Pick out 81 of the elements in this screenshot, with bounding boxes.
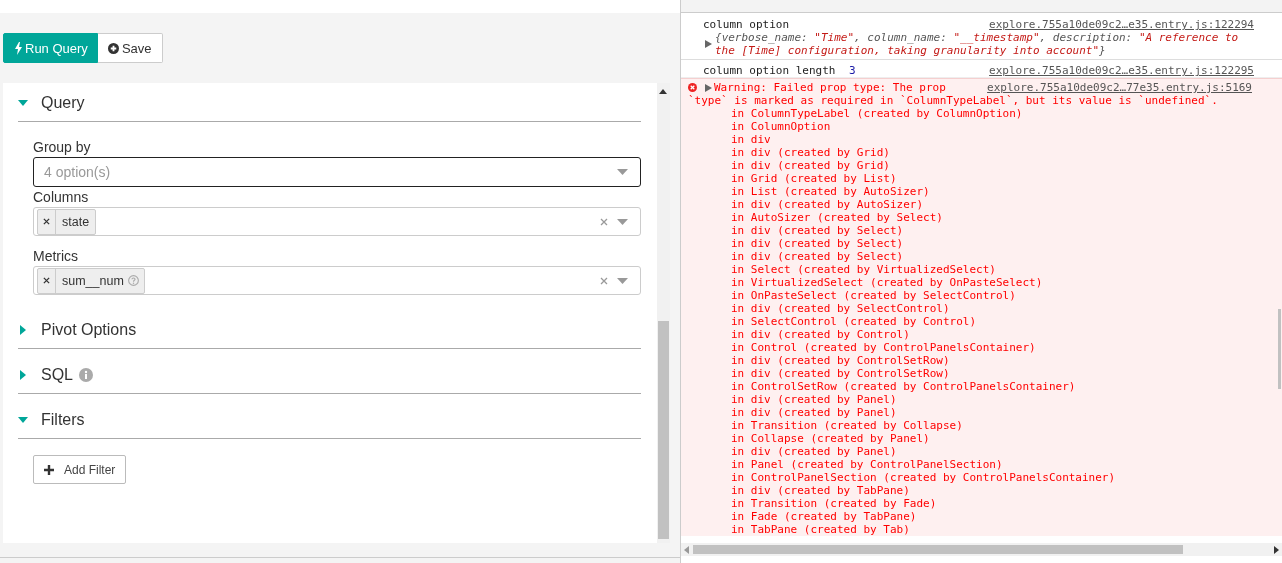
stack-trace-line: in Panel (created by ControlPanelSection) — [730, 458, 1003, 471]
stack-trace-line: in ColumnOption — [730, 120, 831, 133]
stack-trace-line: in Transition (created by Collapse) — [730, 419, 963, 432]
object-preview: {verbose_name: "Time", column_name: "__timestamp", description: "A reference to the [Time] configuration, taking granularity into account"} — [715, 31, 1240, 57]
stack-trace-line: in SelectControl (created by Control) — [730, 315, 977, 328]
stack-trace-line: in div (created by Control) — [730, 328, 910, 341]
stack-trace-line: in Transition (created by Fade) — [730, 497, 937, 510]
stack-trace-line: in div (created by ControlSetRow) — [730, 367, 950, 380]
stack-trace-line: in Fade (created by TabPane) — [730, 510, 917, 523]
clear-icon[interactable] — [600, 217, 608, 226]
section-header[interactable]: Pivot Options — [18, 310, 641, 349]
stack-trace-line: in AutoSizer (created by Select) — [730, 211, 943, 224]
section-title[interactable]: Filters — [41, 410, 85, 429]
expand-triangle-icon[interactable] — [705, 83, 712, 92]
remove-icon[interactable] — [43, 277, 50, 284]
log-number: 3 — [849, 64, 856, 77]
stack-trace-line: in OnPasteSelect (created by SelectControl) — [730, 289, 1016, 302]
field-label: Metrics — [33, 247, 80, 265]
stack-trace-line: in div (created by Panel) — [730, 406, 897, 419]
stack-trace-line: in div (created by Panel) — [730, 393, 897, 406]
error-message: Warning: Failed prop type: The prop — [714, 81, 946, 94]
caret-down-icon[interactable] — [18, 97, 28, 108]
remove-icon[interactable] — [43, 218, 50, 225]
section-header[interactable]: Query — [18, 83, 641, 122]
add-filter-button[interactable]: Add Filter — [33, 455, 127, 484]
save-button[interactable]: Save — [97, 33, 163, 63]
dropdown-arrow-icon[interactable] — [617, 169, 628, 175]
section-header[interactable]: Filters — [18, 400, 641, 439]
section-title[interactable]: SQL — [41, 365, 73, 384]
stack-trace-line: in Grid (created by List) — [730, 172, 897, 185]
stack-trace-line: in div (created by ControlSetRow) — [730, 354, 950, 367]
stack-trace-line: in div (created by Select) — [730, 250, 904, 263]
stack-trace-line: in Collapse (created by Panel) — [730, 432, 930, 445]
stack-trace-line: in div (created by TabPane) — [730, 484, 910, 497]
source-link[interactable]: explore.755a10de09c2…e35.entry.js:122294 — [989, 18, 1254, 31]
stack-trace-line: in ColumnTypeLabel (created by ColumnOption) — [730, 107, 1023, 120]
field-label: Columns — [33, 188, 90, 206]
error-icon — [688, 83, 697, 92]
stack-trace-line: in div (created by Grid) — [730, 159, 890, 172]
stack-trace-line: in VirtualizedSelect (created by OnPasteSelect) — [730, 276, 1043, 289]
dropdown-arrow-icon[interactable] — [617, 277, 628, 284]
plus-circle-icon — [107, 42, 119, 54]
caret-right-icon[interactable] — [18, 369, 28, 380]
caret-right-icon[interactable] — [18, 324, 28, 335]
stack-trace-line: in ControlSetRow (created by ControlPanelsContainer) — [730, 380, 1076, 393]
tag-label: state — [61, 214, 91, 229]
log-message: column option — [703, 18, 790, 31]
error-message: `type` is marked as required in `ColumnTypeLabel`, but its value is `undefined`. — [688, 94, 1218, 107]
stack-trace-line: in ControlPanelSection (created by ControlPanelsContainer) — [730, 471, 1116, 484]
field-label: Group by — [33, 138, 92, 156]
scroll-left-icon[interactable] — [684, 545, 689, 554]
expand-triangle-icon[interactable] — [705, 40, 712, 48]
dropdown-arrow-icon[interactable] — [617, 218, 628, 225]
section-title[interactable]: Pivot Options — [41, 320, 137, 339]
stack-trace-line: in Control (created by ControlPanelsContainer) — [730, 341, 1036, 354]
stack-trace-line: in div (created by SelectControl) — [730, 302, 950, 315]
scroll-up-icon[interactable] — [659, 89, 667, 94]
select-field[interactable]: state — [33, 207, 641, 236]
stack-trace-line: in div (created by AutoSizer) — [730, 198, 924, 211]
source-link[interactable]: explore.755a10de09c2…77e35.entry.js:5169 — [987, 81, 1252, 94]
placeholder-text: 4 option(s) — [44, 164, 111, 180]
stack-trace-line: in Select (created by VirtualizedSelect) — [730, 263, 996, 276]
stack-trace-line: in List (created by AutoSizer) — [730, 185, 930, 198]
section-title[interactable]: Query — [41, 93, 85, 112]
plus-icon — [44, 464, 54, 475]
log-message: column option length — [703, 64, 836, 77]
stack-trace-line: in TabPane (created by Tab) — [730, 523, 910, 536]
stack-trace-line: in div (created by Select) — [730, 237, 904, 250]
tag-label: sum__num — [61, 273, 125, 288]
caret-down-icon[interactable] — [18, 414, 28, 425]
select-field[interactable]: sum__num — [33, 266, 641, 295]
source-link[interactable]: explore.755a10de09c2…e35.entry.js:122295 — [989, 64, 1254, 77]
section-header[interactable]: SQL — [18, 355, 641, 394]
stack-trace-line: in div (created by Panel) — [730, 445, 897, 458]
clear-icon[interactable] — [600, 276, 608, 285]
horizontal-scrollbar[interactable] — [681, 543, 1282, 556]
scroll-right-icon[interactable] — [1274, 545, 1279, 554]
lightning-icon — [15, 41, 22, 55]
stack-trace-line: in div (created by Grid) — [730, 146, 890, 159]
stack-trace-line: in div — [730, 133, 771, 146]
stack-trace-line: in div (created by Select) — [730, 224, 904, 237]
